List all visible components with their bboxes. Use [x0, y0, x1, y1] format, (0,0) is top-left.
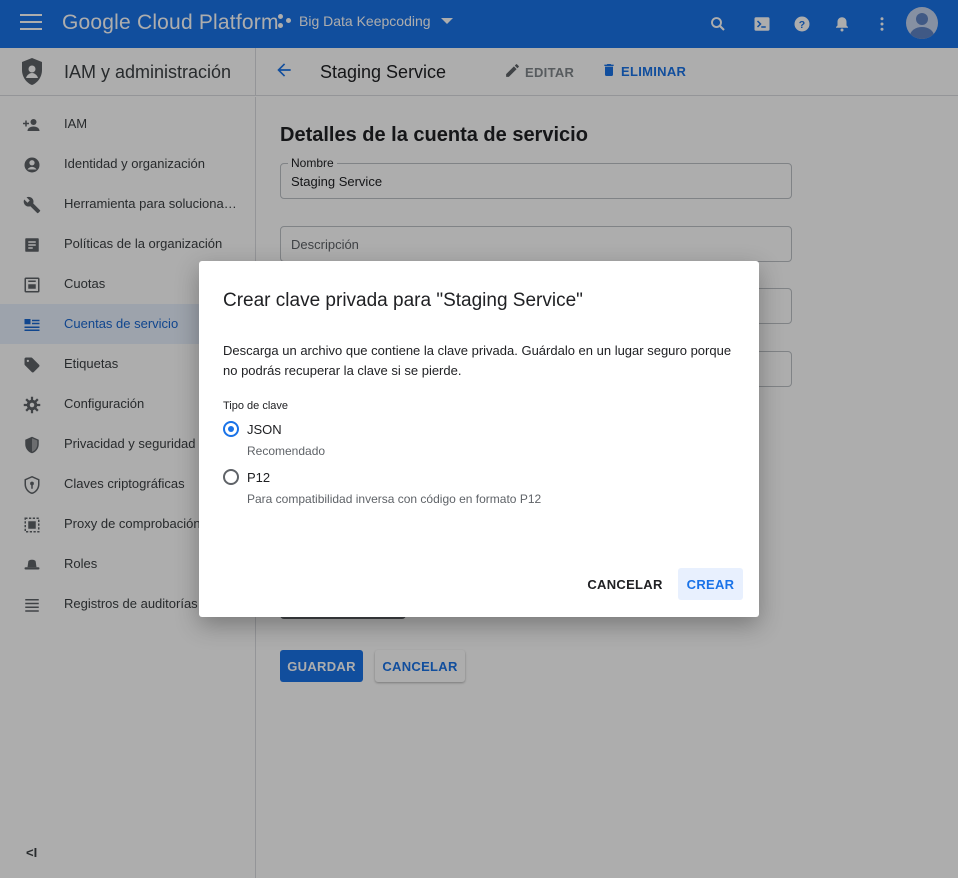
- radio-hint-json: Recomendado: [247, 444, 326, 458]
- radio-button-unchecked[interactable]: [223, 469, 239, 485]
- dialog-cancel-button[interactable]: CANCELAR: [584, 568, 666, 600]
- radio-label-json: JSON: [247, 421, 282, 437]
- key-type-label: Tipo de clave: [223, 400, 289, 412]
- radio-button-checked[interactable]: [223, 421, 239, 437]
- radio-option-p12[interactable]: P12: [223, 469, 270, 485]
- dialog-description: Descarga un archivo que contiene la clav…: [223, 343, 732, 378]
- dialog-title: Crear clave privada para "Staging Servic…: [223, 290, 583, 311]
- radio-hint-p12: Para compatibilidad inversa con código e…: [247, 492, 542, 506]
- radio-option-json[interactable]: JSON: [223, 421, 282, 437]
- create-key-dialog: Crear clave privada para "Staging Servic…: [199, 261, 759, 617]
- dialog-create-button[interactable]: CREAR: [678, 568, 743, 600]
- radio-label-p12: P12: [247, 469, 271, 485]
